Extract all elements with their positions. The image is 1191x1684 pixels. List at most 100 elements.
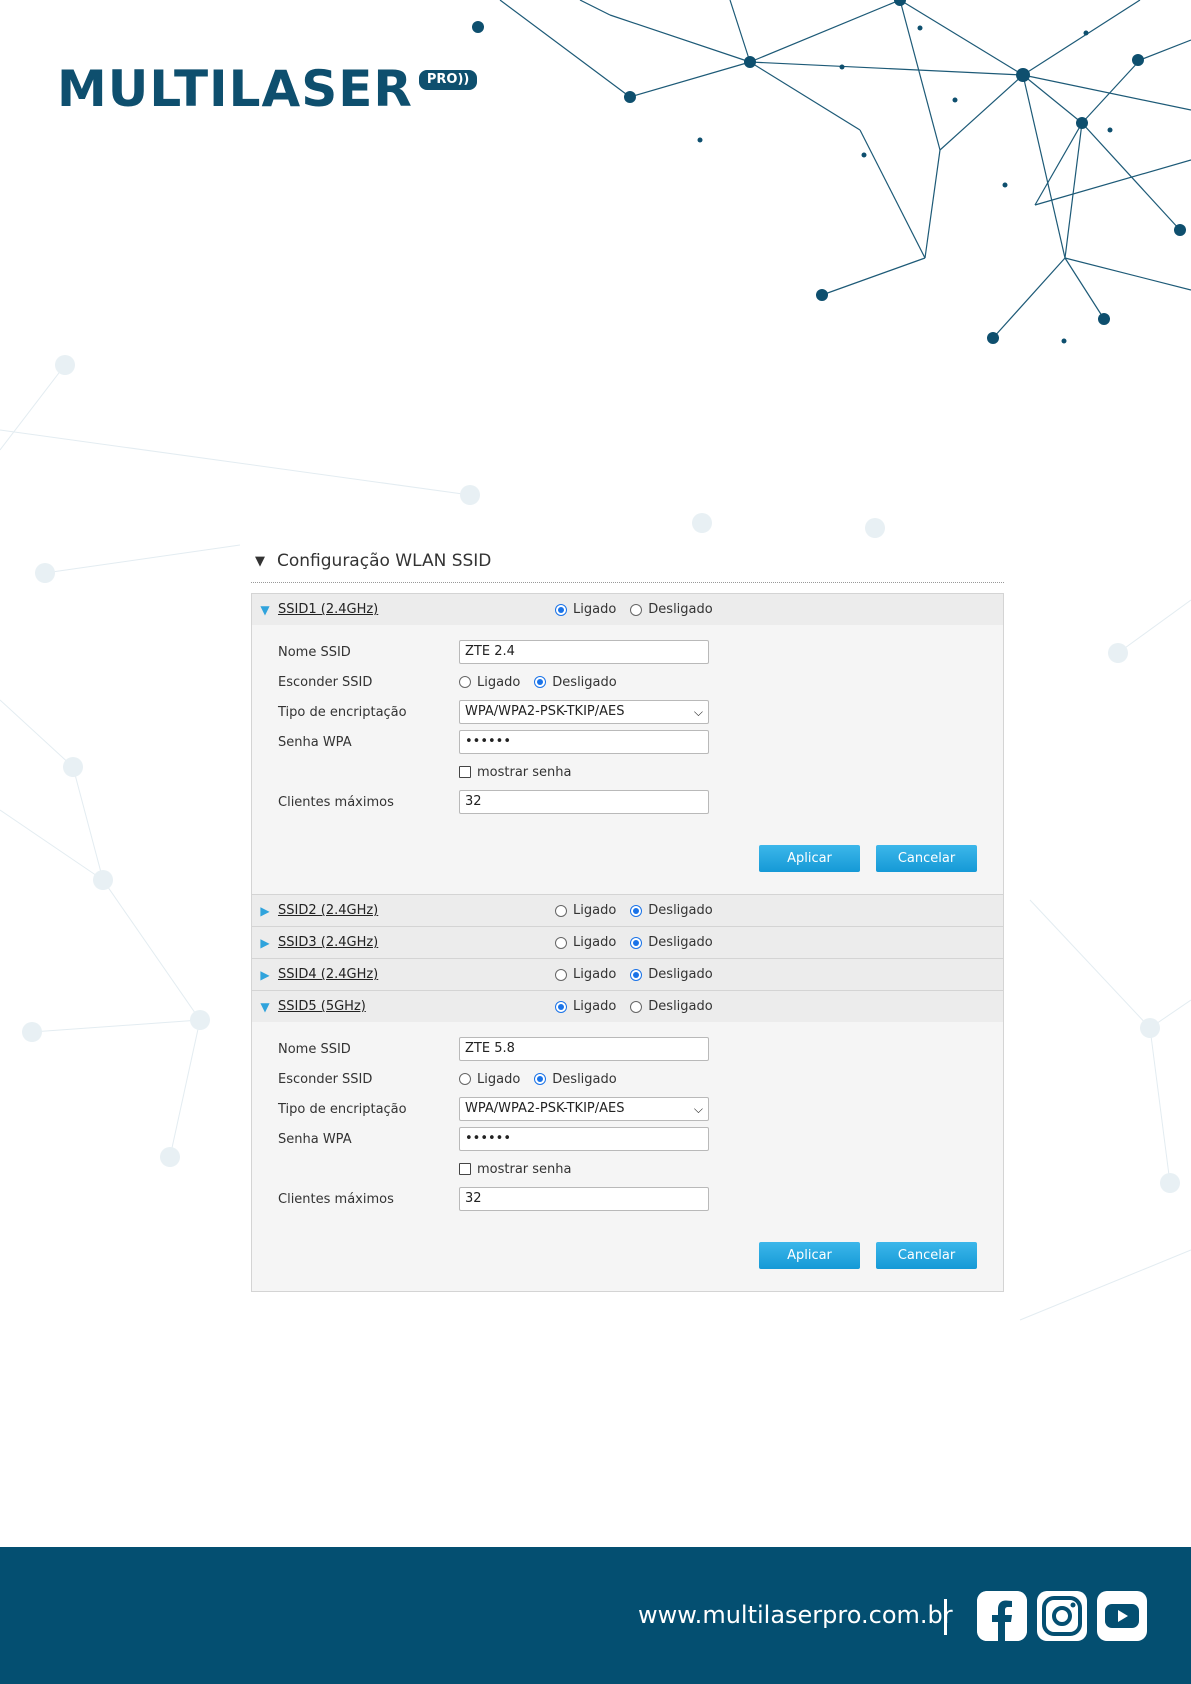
brand-badge: PRO)) [418,70,478,90]
footer-separator [944,1599,947,1635]
ssid-name-value: ZTE 2.4 [465,644,515,659]
max-clients-input[interactable]: 32 [459,790,709,814]
ssid-name-link[interactable]: SSID3 (2.4GHz) [278,935,378,950]
ssid-header-3[interactable]: ▶ SSID3 (2.4GHz) Ligado Desligado [252,926,1003,958]
hide-ssid-off-label: Desligado [552,674,617,690]
hide-ssid-on-radio[interactable] [459,1073,471,1085]
ssid-name-label: Nome SSID [278,644,351,660]
wpa-password-value: •••••• [465,734,512,749]
ssid-header-4[interactable]: ▶ SSID4 (2.4GHz) Ligado Desligado [252,958,1003,990]
max-clients-input[interactable]: 32 [459,1187,709,1211]
encryption-select[interactable]: WPA/WPA2-PSK-TKIP/AES ⌵ [459,1097,709,1121]
chevron-down-icon: ⌵ [693,1102,703,1116]
facebook-icon[interactable] [977,1591,1027,1641]
expanded-arrow-icon[interactable]: ▼ [252,1000,278,1014]
brand-name: MULTILASER [57,60,413,118]
chevron-down-icon: ⌵ [693,705,703,719]
radio-off-label: Desligado [648,903,713,918]
radio-off[interactable] [630,1000,643,1013]
radio-off[interactable] [630,968,643,981]
radio-off[interactable] [630,936,643,949]
ssid-name-input[interactable]: ZTE 5.8 [459,1037,709,1061]
hide-ssid-radios: Ligado Desligado [459,1072,631,1087]
brand-logo: MULTILASER PRO)) [57,60,478,118]
hide-ssid-label: Esconder SSID [278,674,373,690]
radio-on[interactable] [555,936,567,949]
show-password-checkbox[interactable] [459,766,471,778]
ssid-body-1: Nome SSID ZTE 2.4 Esconder SSID Ligado D… [252,625,1003,894]
collapsed-arrow-icon[interactable]: ▶ [252,904,278,918]
radio-off-label: Desligado [648,602,713,617]
ssid-enable-radios: Ligado Desligado [555,903,727,918]
ssid-name-input[interactable]: ZTE 2.4 [459,640,709,664]
radio-on-label: Ligado [573,903,617,918]
radio-on-label: Ligado [573,999,617,1014]
ssid-enable-radios: Ligado Desligado [555,999,727,1014]
radio-on[interactable] [555,904,567,917]
wpa-password-value: •••••• [465,1131,512,1146]
expanded-arrow-icon[interactable]: ▼ [252,603,278,617]
encryption-label: Tipo de encriptação [278,1101,407,1117]
ssid-enable-radios: Ligado Desligado [555,935,727,950]
ssid-name-link[interactable]: SSID2 (2.4GHz) [278,903,378,918]
cancel-button[interactable]: Cancelar [876,845,977,872]
wpa-password-input[interactable]: •••••• [459,1127,709,1151]
apply-button[interactable]: Aplicar [759,845,860,872]
hide-ssid-off-radio[interactable] [534,676,547,688]
wpa-password-input[interactable]: •••••• [459,730,709,754]
collapsed-arrow-icon[interactable]: ▶ [252,968,278,982]
ssid-enable-radios: Ligado Desligado [555,602,727,617]
radio-on-label: Ligado [573,602,617,617]
ssid-header-1[interactable]: ▼ SSID1 (2.4GHz) Ligado Desligado [252,593,1003,625]
hide-ssid-off-radio[interactable] [534,1073,547,1085]
collapse-triangle-icon[interactable]: ▼ [255,554,265,569]
radio-on[interactable] [555,1000,567,1013]
radio-off-label: Desligado [648,935,713,950]
radio-on-label: Ligado [573,967,617,982]
ssid-list: ▼ SSID1 (2.4GHz) Ligado Desligado Nome S… [251,593,1004,1292]
wpa-password-label: Senha WPA [278,1131,352,1147]
encryption-select[interactable]: WPA/WPA2-PSK-TKIP/AES ⌵ [459,700,709,724]
radio-off-label: Desligado [648,999,713,1014]
hide-ssid-on-label: Ligado [477,674,521,690]
encryption-label: Tipo de encriptação [278,704,407,720]
apply-button[interactable]: Aplicar [759,1242,860,1269]
ssid-header-5[interactable]: ▼ SSID5 (5GHz) Ligado Desligado [252,990,1003,1022]
ssid-header-2[interactable]: ▶ SSID2 (2.4GHz) Ligado Desligado [252,894,1003,926]
ssid-name-label: Nome SSID [278,1041,351,1057]
encryption-value: WPA/WPA2-PSK-TKIP/AES [465,1101,625,1116]
section-header[interactable]: ▼ Configuração WLAN SSID [251,540,1004,583]
max-clients-label: Clientes máximos [278,794,394,810]
radio-off[interactable] [630,603,643,616]
radio-on[interactable] [555,968,567,981]
hide-ssid-on-label: Ligado [477,1071,521,1087]
max-clients-value: 32 [465,794,482,809]
hide-ssid-off-label: Desligado [552,1071,617,1087]
radio-off-label: Desligado [648,967,713,982]
ssid-body-5: Nome SSID ZTE 5.8 Esconder SSID Ligado D… [252,1022,1003,1291]
max-clients-value: 32 [465,1191,482,1206]
radio-off[interactable] [630,904,643,917]
collapsed-arrow-icon[interactable]: ▶ [252,936,278,950]
footer-url[interactable]: www.multilaserpro.com.br [638,1601,953,1629]
cancel-button[interactable]: Cancelar [876,1242,977,1269]
wpa-password-label: Senha WPA [278,734,352,750]
section-title: Configuração WLAN SSID [277,551,492,571]
wlan-ssid-panel: ▼ Configuração WLAN SSID ▼ SSID1 (2.4GHz… [251,540,1004,1292]
show-password-label: mostrar senha [477,1161,572,1177]
hide-ssid-label: Esconder SSID [278,1071,373,1087]
encryption-value: WPA/WPA2-PSK-TKIP/AES [465,704,625,719]
radio-on-label: Ligado [573,935,617,950]
show-password-label: mostrar senha [477,764,572,780]
footer: www.multilaserpro.com.br [0,1547,1191,1684]
max-clients-label: Clientes máximos [278,1191,394,1207]
instagram-icon[interactable] [1037,1591,1087,1641]
hide-ssid-on-radio[interactable] [459,676,471,688]
ssid-name-link[interactable]: SSID5 (5GHz) [278,999,366,1014]
ssid-enable-radios: Ligado Desligado [555,967,727,982]
ssid-name-link[interactable]: SSID4 (2.4GHz) [278,967,378,982]
youtube-icon[interactable] [1097,1591,1147,1641]
ssid-name-link[interactable]: SSID1 (2.4GHz) [278,602,378,617]
show-password-checkbox[interactable] [459,1163,471,1175]
radio-on[interactable] [555,603,567,616]
